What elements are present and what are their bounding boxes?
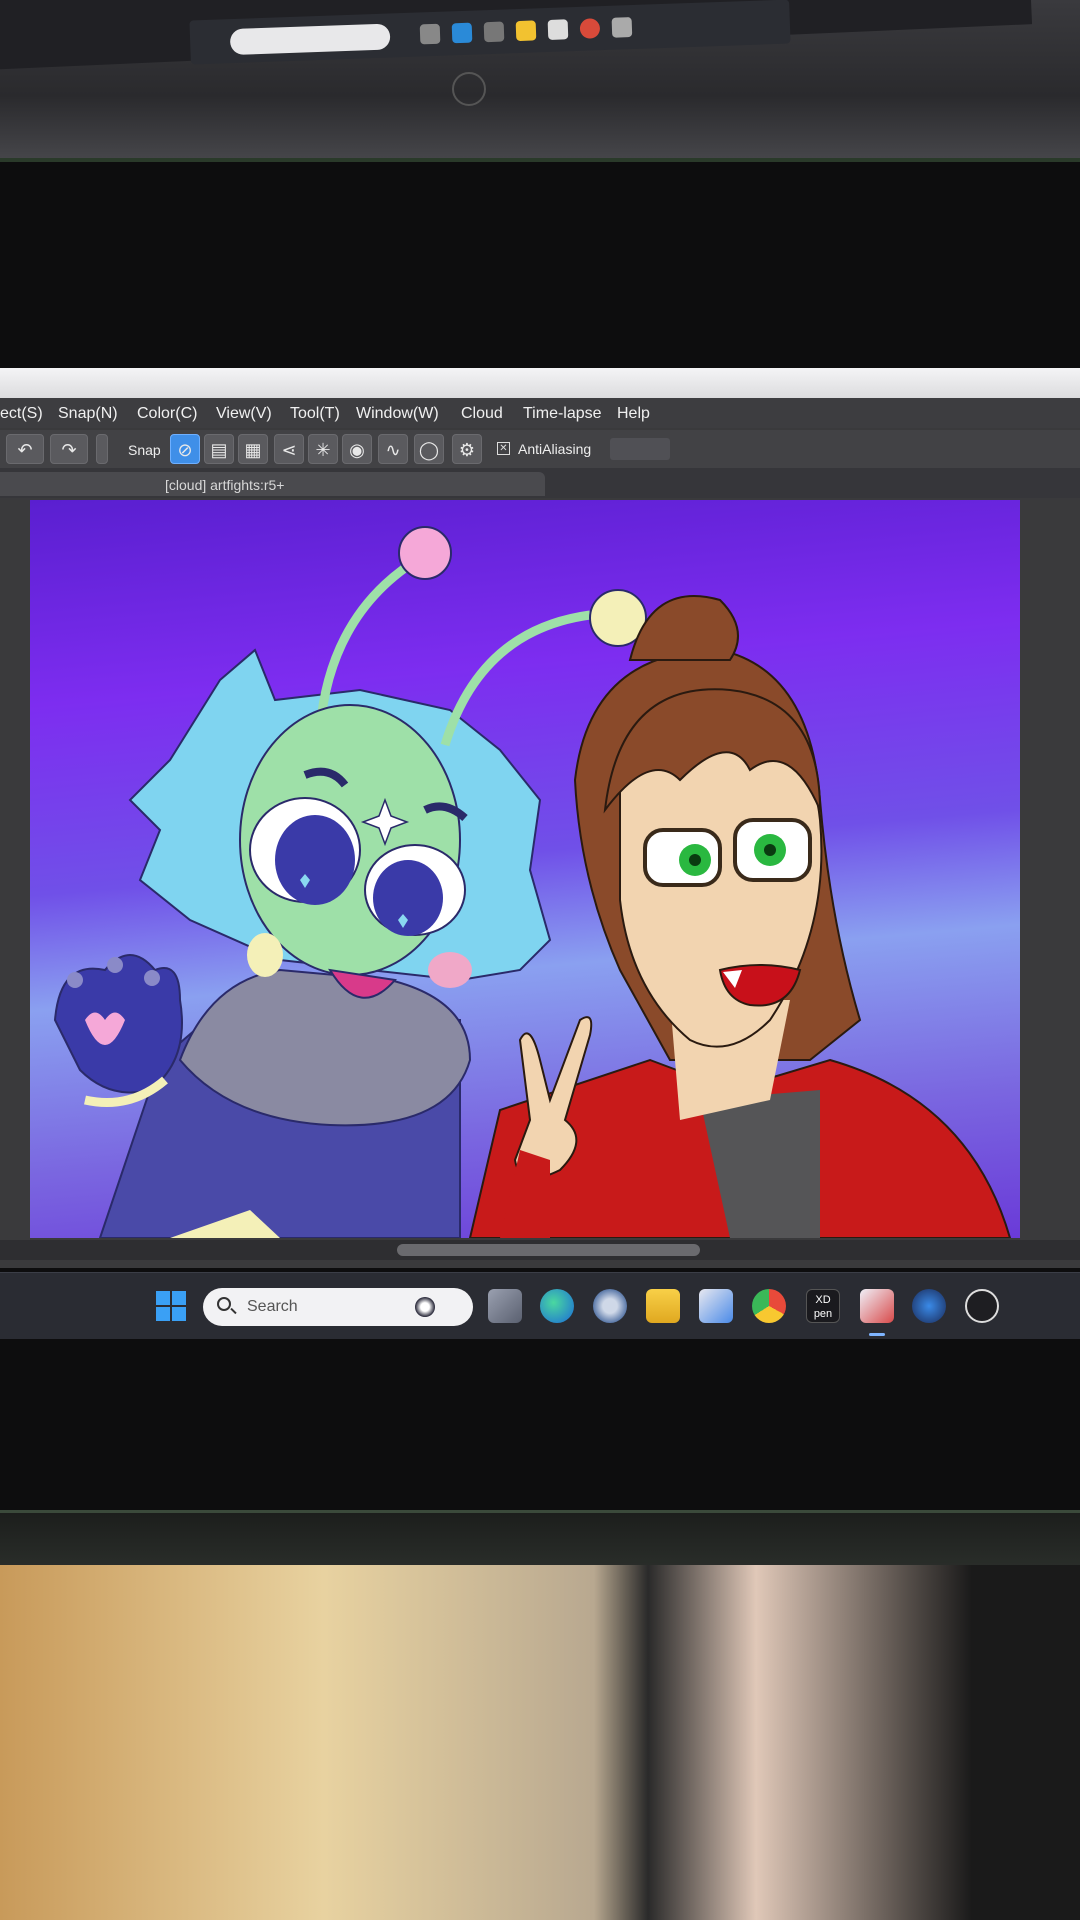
steam-icon[interactable] xyxy=(912,1289,946,1323)
hp-logo-icon xyxy=(452,72,486,106)
printed-cushion xyxy=(0,1565,1080,1920)
snap-settings-button[interactable]: ⚙ xyxy=(452,434,482,464)
snap-curve-button[interactable]: ∿ xyxy=(378,434,408,464)
scrollbar-thumb[interactable] xyxy=(397,1244,700,1256)
snap-circle-button[interactable]: ◉ xyxy=(342,434,372,464)
obs-icon[interactable] xyxy=(965,1289,999,1323)
drawing-canvas[interactable] xyxy=(30,500,1020,1238)
undo-icon: ↶ xyxy=(17,440,33,460)
artwork xyxy=(53,526,1012,1238)
toolbar-disabled-control[interactable] xyxy=(610,438,670,460)
paint-app-window: ect(S) Snap(N) Color(C) View(V) Tool(T) … xyxy=(0,368,1080,1268)
windows-logo-icon xyxy=(172,1307,186,1321)
toolbar-separator xyxy=(96,434,108,464)
chrome-icon[interactable] xyxy=(752,1289,786,1323)
menu-select[interactable]: ect(S) xyxy=(0,405,43,423)
xp-pen-icon[interactable]: XD pen xyxy=(806,1289,840,1323)
search-icon xyxy=(217,1297,231,1311)
snap-off-icon: ⊘ xyxy=(177,440,193,460)
title-bar xyxy=(0,368,1080,398)
laptop-app-icon xyxy=(451,22,473,44)
menu-window[interactable]: Window(W) xyxy=(356,405,439,423)
perspective-icon: ⋖ xyxy=(281,440,297,460)
gear-icon: ⚙ xyxy=(458,440,476,460)
start-button[interactable] xyxy=(156,1291,188,1323)
redo-button[interactable]: ↷ xyxy=(50,434,88,464)
active-app-indicator xyxy=(869,1333,885,1336)
menu-help[interactable]: Help xyxy=(617,405,650,423)
background-laptop xyxy=(0,0,1080,160)
microsoft-store-icon[interactable] xyxy=(699,1289,733,1323)
snap-off-button[interactable]: ⊘ xyxy=(170,434,200,464)
snap-label: Snap xyxy=(128,442,161,458)
windows-logo-icon xyxy=(156,1291,170,1305)
windows-taskbar: Search XD pen xyxy=(0,1272,1080,1339)
document-tab-label: [cloud] artfights:r5+ xyxy=(165,477,285,493)
task-view-icon[interactable] xyxy=(488,1289,522,1323)
laptop-app-icon xyxy=(419,23,441,45)
settings-gear-icon[interactable] xyxy=(593,1289,627,1323)
check-icon: ✕ xyxy=(499,443,508,454)
windows-logo-icon xyxy=(172,1291,186,1305)
horizontal-scrollbar[interactable] xyxy=(0,1240,1080,1260)
redo-icon: ↷ xyxy=(61,440,77,460)
alien-antenna-ball-left xyxy=(398,526,452,580)
windows-logo-icon xyxy=(156,1307,170,1321)
curve-icon: ∿ xyxy=(385,440,401,460)
menu-tool[interactable]: Tool(T) xyxy=(290,405,340,423)
search-placeholder: Search xyxy=(247,1298,298,1315)
toolbar: ↶ ↷ Snap ⊘ ▤ ▦ ⋖ ✳ ◉ ∿ ◯ ⚙ ✕ AntiAliasin… xyxy=(0,430,1080,468)
soccer-ball-icon xyxy=(415,1297,435,1317)
snap-parallel-button[interactable]: ▤ xyxy=(204,434,234,464)
snap-radial-button[interactable]: ✳ xyxy=(308,434,338,464)
document-tab-bar: [cloud] artfights:r5+ xyxy=(0,468,1080,498)
menu-cloud[interactable]: Cloud xyxy=(461,405,503,423)
menu-bar: ect(S) Snap(N) Color(C) View(V) Tool(T) … xyxy=(0,398,1080,428)
laptop-app-icon xyxy=(579,18,601,39)
file-explorer-icon[interactable] xyxy=(646,1289,680,1323)
menu-view[interactable]: View(V) xyxy=(216,405,272,423)
edge-icon[interactable] xyxy=(540,1289,574,1323)
document-tab[interactable]: [cloud] artfights:r5+ xyxy=(0,472,545,496)
ring-icon: ◯ xyxy=(418,440,440,460)
parallel-lines-icon: ▤ xyxy=(210,440,228,460)
undo-button[interactable]: ↶ xyxy=(6,434,44,464)
menu-snap[interactable]: Snap(N) xyxy=(58,405,118,423)
grid-icon: ▦ xyxy=(244,440,262,460)
snap-grid-button[interactable]: ▦ xyxy=(238,434,268,464)
laptop-app-icon xyxy=(547,19,569,40)
menu-time-lapse[interactable]: Time-lapse xyxy=(523,405,602,423)
laptop-app-icon xyxy=(515,20,537,42)
radial-lines-icon: ✳ xyxy=(315,440,331,460)
snap-ring-button[interactable]: ◯ xyxy=(414,434,444,464)
taskbar-search-box[interactable]: Search xyxy=(203,1288,473,1326)
medibang-paint-icon[interactable] xyxy=(860,1289,894,1323)
antialiasing-checkbox[interactable]: ✕ xyxy=(497,442,510,455)
snap-perspective-button[interactable]: ⋖ xyxy=(274,434,304,464)
laptop-app-icon xyxy=(611,17,633,38)
circle-icon: ◉ xyxy=(349,440,365,460)
menu-color[interactable]: Color(C) xyxy=(137,405,197,423)
monitor-bezel-bottom xyxy=(0,1510,1080,1573)
laptop-search-box xyxy=(229,23,391,56)
laptop-app-icon xyxy=(483,21,505,43)
antialiasing-label: AntiAliasing xyxy=(518,441,592,457)
